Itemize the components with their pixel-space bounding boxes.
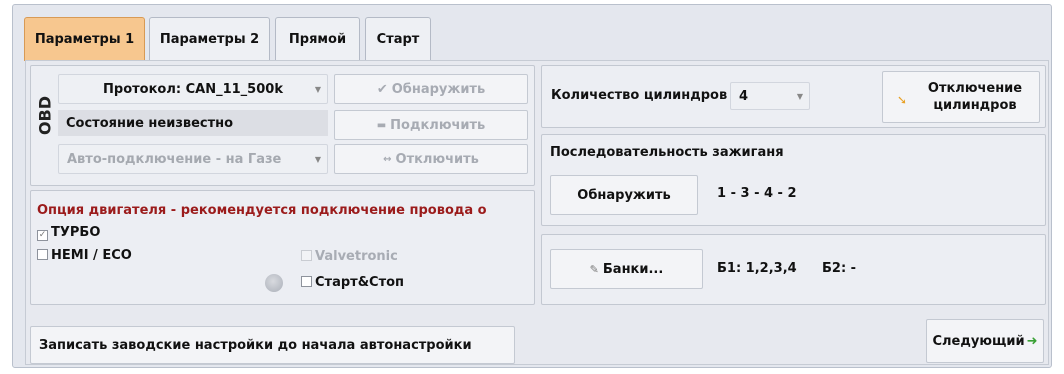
firing-order-title: Последовательность зажиганя (550, 145, 784, 160)
pencil-icon: ✎ (589, 262, 599, 276)
banks-group: ✎ Банки... Б1: 1,2,3,4 Б2: - (541, 234, 1046, 305)
disable-cylinders-button[interactable]: ➘ Отключение цилиндров (882, 71, 1040, 123)
bank1-value: Б1: 1,2,3,4 (717, 261, 797, 276)
chevron-down-icon: ▼ (796, 91, 803, 101)
checkbox-label: HEMI / ECO (51, 248, 132, 263)
obd-group: OBD Протокол: CAN_11_500k ▼ Состояние не… (30, 65, 535, 186)
button-label: Записать заводские настройки до начала а… (39, 337, 472, 353)
hemi-eco-checkbox[interactable]: HEMI / ECO (37, 248, 132, 263)
obd-disconnect-button[interactable]: ↔ Отключить (334, 144, 528, 174)
protocol-select[interactable]: Протокол: CAN_11_500k ▼ (58, 74, 328, 104)
obd-detect-button[interactable]: ✔ Обнаружить (334, 74, 528, 104)
obd-title: OBD (35, 95, 55, 136)
button-label: Банки... (602, 261, 664, 277)
startstop-indicator-icon (265, 274, 283, 292)
tab-parameters-1[interactable]: Параметры 1 (24, 17, 145, 61)
engine-warning-text: Опция двигателя - рекомендуется подключе… (37, 203, 487, 218)
tab-parameters-2[interactable]: Параметры 2 (149, 17, 270, 61)
bank2-value: Б2: - (822, 261, 857, 276)
chevron-down-icon: ▼ (314, 84, 321, 94)
autoconnect-select[interactable]: Авто-подключение - на Газе ▼ (58, 144, 328, 174)
button-label: Подключить (390, 117, 486, 133)
cylinders-label: Количество цилиндров (551, 88, 728, 103)
button-label: Отключение (927, 81, 1023, 96)
tab-label: Параметры 2 (159, 32, 260, 47)
checkmark-icon: ✔ (376, 81, 388, 97)
tab-direct[interactable]: Прямой (275, 17, 360, 61)
startstop-checkbox[interactable]: Старт&Стоп (301, 275, 404, 290)
cylinders-select[interactable]: 4 ▼ (730, 82, 810, 110)
button-label: цилиндров (933, 98, 1017, 113)
checkbox-label: Старт&Стоп (315, 275, 405, 290)
button-label: Обнаружить (577, 187, 671, 203)
firing-order-group: Последовательность зажиганя Обнаружить 1… (541, 134, 1046, 226)
autoconnect-value: Авто-подключение - на Газе (67, 151, 282, 167)
cylinders-value: 4 (739, 88, 749, 104)
checkbox-label: ТУРБО (51, 225, 101, 240)
button-label: Следующий (932, 333, 1025, 349)
arrow-right-icon: ➜ (1026, 333, 1038, 349)
firing-order-value: 1 - 3 - 4 - 2 (717, 186, 797, 201)
write-factory-settings-button[interactable]: Записать заводские настройки до начала а… (30, 326, 515, 364)
main-window: Параметры 1 Параметры 2 Прямой Старт OBD… (12, 4, 1052, 368)
cylinders-group: Количество цилиндров 4 ▼ ➘ Отключение ци… (541, 65, 1046, 128)
obd-connect-button[interactable]: ▬ Подключить (334, 110, 528, 140)
protocol-value: Протокол: CAN_11_500k (103, 81, 283, 97)
tab-label: Старт (376, 32, 420, 47)
plug-icon: ▬ (376, 119, 387, 131)
tab-panel: OBD Протокол: CAN_11_500k ▼ Состояние не… (25, 60, 1049, 365)
checkbox-checked-icon: ✓ (37, 230, 48, 241)
next-button[interactable]: Следующий ➜ (926, 319, 1044, 363)
button-label: Обнаружить (391, 81, 486, 97)
state-text: Состояние неизвестно (66, 115, 234, 131)
button-label: Отключить (395, 151, 479, 167)
checkbox-icon (37, 249, 48, 260)
chevron-down-icon: ▼ (314, 154, 321, 164)
tab-label: Прямой (288, 32, 347, 47)
tab-label: Параметры 1 (34, 32, 135, 47)
turbo-checkbox[interactable]: ✓ ТУРБО (37, 225, 100, 241)
banks-button[interactable]: ✎ Банки... (550, 249, 703, 289)
tool-icon: ➘ (897, 93, 908, 107)
unplug-icon: ↔ (383, 153, 392, 165)
checkbox-label: Valvetronic (315, 249, 398, 264)
engine-option-group: Опция двигателя - рекомендуется подключе… (30, 190, 535, 305)
checkbox-icon (301, 250, 312, 261)
tab-start[interactable]: Старт (365, 17, 431, 61)
valvetronic-checkbox[interactable]: Valvetronic (301, 249, 398, 264)
connection-state: Состояние неизвестно (58, 110, 328, 136)
firing-detect-button[interactable]: Обнаружить (550, 175, 698, 215)
checkbox-icon (301, 276, 312, 287)
